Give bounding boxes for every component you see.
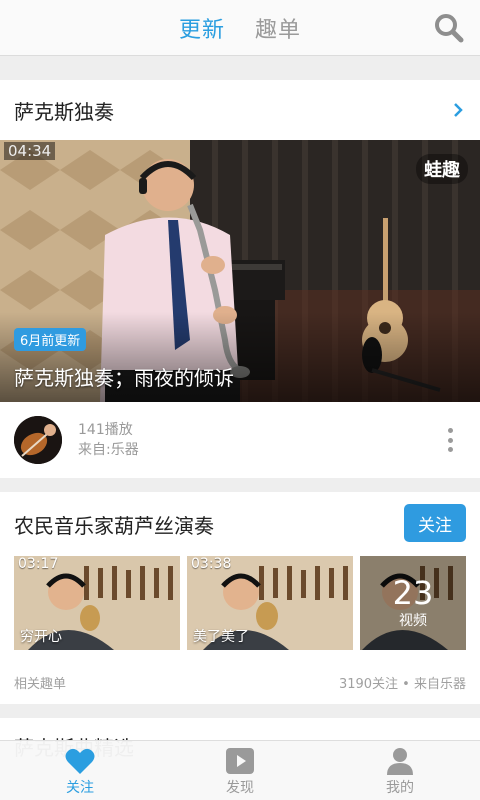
card-title: 萨克斯独奏: [14, 99, 114, 124]
thumbnail-duration: 03:38: [191, 556, 232, 572]
video-thumbnail-row: 03:17 穷开心 03:38 美了美了 23 视频: [14, 556, 466, 650]
nav-label: 发现: [226, 780, 254, 796]
play-count: 141播放: [78, 422, 133, 438]
video-thumbnail[interactable]: 04:34 蛙趣 6月前更新 萨克斯独奏；雨夜的倾诉: [0, 140, 480, 402]
video-thumbnail[interactable]: 03:17 穷开心: [14, 556, 180, 650]
nav-mine[interactable]: 我的: [320, 741, 480, 800]
top-tabs: 更新 趣单: [0, 0, 480, 56]
nav-label: 关注: [66, 780, 94, 796]
avatar[interactable]: [14, 416, 62, 464]
feed-card-saxophone: 萨克斯独奏 04:34 蛙趣 6月前更新 萨克斯独奏；雨夜的倾诉 141播放 来…: [0, 80, 480, 478]
follow-button[interactable]: 关注: [404, 504, 466, 542]
thumbnail-duration: 03:17: [18, 556, 59, 572]
chevron-right-icon[interactable]: [450, 102, 466, 118]
nav-label: 我的: [386, 780, 414, 796]
card-title: 农民音乐家葫芦丝演奏: [14, 514, 214, 538]
nav-follow[interactable]: 关注: [0, 741, 160, 800]
follower-count: 3190关注 • 来自乐器: [338, 677, 466, 692]
video-count: 23: [392, 574, 434, 612]
update-badge: 6月前更新: [14, 328, 87, 351]
watermark-logo: 蛙趣: [416, 154, 468, 184]
play-icon: [226, 748, 254, 774]
tab-updates[interactable]: 更新: [179, 12, 225, 44]
more-options-icon[interactable]: [446, 428, 454, 452]
person-icon: [387, 748, 413, 775]
more-videos-overlay: 23 视频: [360, 556, 466, 650]
thumbnail-caption: 穷开心: [20, 629, 62, 645]
video-count-unit: 视频: [399, 613, 427, 629]
top-bar: 更新 趣单: [0, 0, 480, 56]
nav-discover[interactable]: 发现: [160, 741, 320, 800]
video-thumbnail[interactable]: 03:38 美了美了: [187, 556, 353, 650]
feed-card-hulusi: 农民音乐家葫芦丝演奏 关注 03:17 穷开心 03:38 美了美了 23 视频…: [0, 492, 480, 704]
video-duration: 04:34: [4, 142, 56, 160]
more-videos-tile[interactable]: 23 视频: [360, 556, 466, 650]
thumbnail-caption: 美了美了: [193, 629, 249, 645]
bottom-navigation: 关注 发现 我的: [0, 740, 480, 800]
video-source: 来自:乐器: [78, 442, 139, 458]
meta-text: 141播放 来自:乐器: [78, 420, 446, 460]
search-icon[interactable]: [434, 13, 464, 43]
tab-playlists[interactable]: 趣单: [255, 12, 301, 44]
related-playlist-label[interactable]: 相关趣单: [14, 673, 66, 692]
card-header[interactable]: 萨克斯独奏: [0, 80, 480, 140]
video-meta-row: 141播放 来自:乐器: [0, 402, 480, 478]
heart-icon: [65, 748, 95, 774]
video-title: 萨克斯独奏；雨夜的倾诉: [14, 366, 234, 390]
